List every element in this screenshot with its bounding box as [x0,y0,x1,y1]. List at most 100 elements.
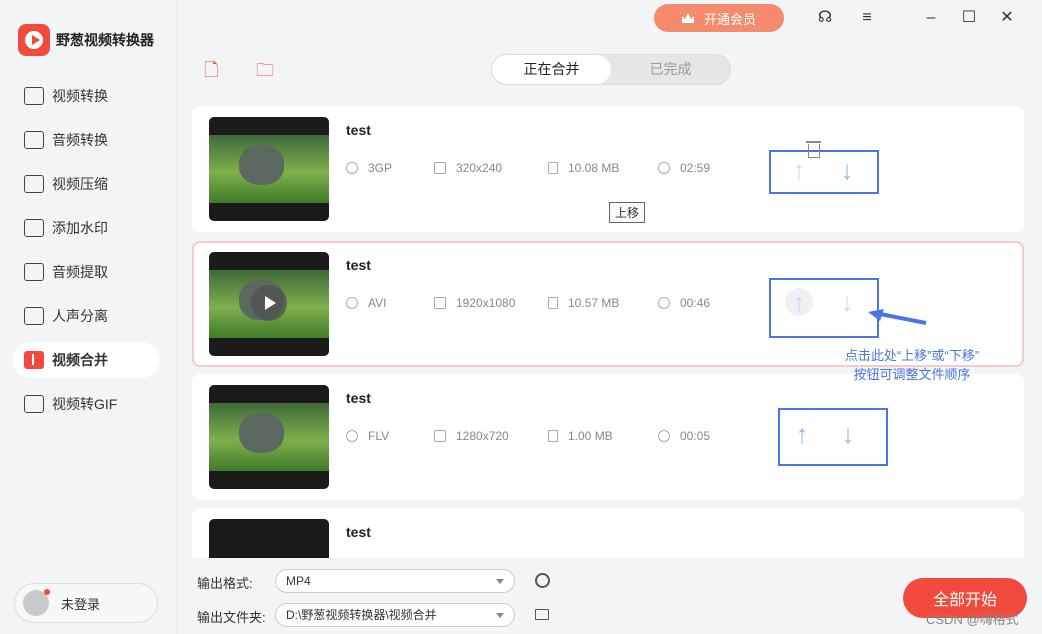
output-folder-select[interactable]: D:\野葱视频转换器\视频合并 [275,603,515,627]
format-meta: FLV [346,429,389,443]
move-buttons-highlight: ↑ ↓ [769,278,879,338]
duration-value: 00:46 [680,296,711,310]
video-compress-icon [24,175,44,193]
file-name: test [346,390,371,406]
resolution-icon [434,162,446,174]
support-icon[interactable]: ☊ [812,6,838,30]
resolution-meta: 1920x1080 [434,296,515,310]
list-item: test [192,508,1024,558]
resolution-meta: 320x240 [434,161,502,175]
play-icon[interactable] [251,285,287,321]
add-file-icon[interactable]: 🗋 [204,58,226,80]
maximize-icon[interactable]: ☐ [956,6,982,30]
sidebar-item-vocal-separate[interactable]: 人声分离 [12,298,160,334]
file-name: test [346,524,371,540]
move-up-icon[interactable]: ↑ [785,288,813,316]
duration-meta: 00:05 [658,429,710,443]
size-value: 10.57 MB [568,296,620,310]
sidebar-item-label: 添加水印 [52,220,108,236]
format-meta: AVI [346,296,386,310]
resolution-meta: 1280x720 [434,429,509,443]
watermark-text: CSDN @嗨格式 [926,612,1019,627]
duration-value: 00:05 [680,429,711,443]
clock-icon [658,297,670,309]
move-up-icon[interactable]: ↑ [785,156,813,184]
output-format-select[interactable]: MP4 [275,569,515,593]
folder-icon[interactable] [535,609,549,620]
minimize-icon[interactable]: – [918,6,944,30]
move-down-icon[interactable]: ↓ [833,156,861,184]
sidebar-item-video-convert[interactable]: 视频转换 [12,78,160,114]
video-thumbnail [209,252,329,356]
resolution-value: 1920x1080 [456,296,516,310]
move-buttons-highlight: ↑ ↓ [778,408,888,466]
list-item: test FLV 1280x720 1.00 MB 00:05 [192,374,1024,500]
sidebar-item-watermark[interactable]: 添加水印 [12,210,160,246]
settings-icon[interactable] [535,573,550,588]
vip-button[interactable]: 开通会员 [654,4,784,32]
file-name: test [346,122,371,138]
resolution-icon [434,297,446,309]
duration-value: 02:59 [680,161,711,175]
menu-icon[interactable]: ≡ [854,6,880,30]
resolution-value: 320x240 [456,161,503,175]
format-value: 3GP [368,161,393,175]
delete-icon[interactable] [806,141,821,158]
move-up-tooltip: 上移 [609,202,646,223]
duration-meta: 00:46 [658,296,710,310]
format-icon [346,297,358,309]
login-button[interactable]: 未登录 [14,583,158,623]
sidebar-item-label: 视频转换 [52,88,108,104]
app-logo: 野葱视频转换器 [18,24,154,56]
move-up-icon[interactable]: ↑ [788,420,816,448]
sidebar-nav: 视频转换 音频转换 视频压缩 添加水印 音频提取 人声分离 视频合并 视频转GI… [12,78,160,430]
crown-icon [681,13,694,23]
size-icon [548,430,558,442]
video-thumbnail [209,519,329,558]
size-icon [548,297,558,309]
sidebar-item-label: 音频转换 [52,132,108,148]
move-down-icon[interactable]: ↓ [834,420,862,448]
output-folder-label: 输出文件夹: [197,610,266,625]
sidebar-item-audio-extract[interactable]: 音频提取 [12,254,160,290]
app-title: 野葱视频转换器 [56,32,154,48]
video-convert-icon [24,87,44,105]
format-meta: 3GP [346,161,392,175]
video-merge-icon [24,351,44,369]
video-thumbnail [209,385,329,489]
sidebar-item-label: 人声分离 [52,308,108,324]
sidebar-item-video-compress[interactable]: 视频压缩 [12,166,160,202]
resolution-icon [434,430,446,442]
vocal-separate-icon [24,307,44,325]
format-value: FLV [368,429,390,443]
move-down-icon[interactable]: ↓ [833,288,861,316]
size-icon [548,162,558,174]
watermark-icon [24,219,44,237]
move-buttons-highlight: ↑ ↓ [769,150,879,194]
output-format-label: 输出格式: [197,576,253,591]
audio-extract-icon [24,263,44,281]
sidebar-item-audio-convert[interactable]: 音频转换 [12,122,160,158]
merge-tabs: 正在合并 已完成 [491,54,731,85]
close-icon[interactable]: ✕ [994,6,1020,30]
sidebar-item-label: 视频合并 [52,352,108,368]
clock-icon [658,162,670,174]
file-list: test 3GP 320x240 10.08 MB 02:59 test AVI… [192,106,1026,558]
format-icon [346,430,358,442]
sidebar-item-label: 音频提取 [52,264,108,280]
video-thumbnail [209,117,329,221]
audio-convert-icon [24,131,44,149]
resolution-value: 1280x720 [456,429,509,443]
annotation-line: 按钮可调整文件顺序 [853,367,971,382]
sidebar: 野葱视频转换器 视频转换 音频转换 视频压缩 添加水印 音频提取 人声分离 视频… [0,0,178,634]
annotation-arrow-icon [868,309,927,325]
list-item: test 3GP 320x240 10.08 MB 02:59 [192,106,1024,232]
sidebar-item-video-gif[interactable]: 视频转GIF [12,386,160,422]
size-value: 10.08 MB [568,161,620,175]
add-folder-icon[interactable]: 🗀 [256,58,278,80]
tab-merging[interactable]: 正在合并 [492,55,611,84]
size-meta: 10.57 MB [548,296,619,310]
tab-completed[interactable]: 已完成 [611,55,730,84]
sidebar-item-video-merge[interactable]: 视频合并 [12,342,160,378]
annotation-text: 点击此处“上移”或“下移” 按钮可调整文件顺序 [818,346,1006,384]
